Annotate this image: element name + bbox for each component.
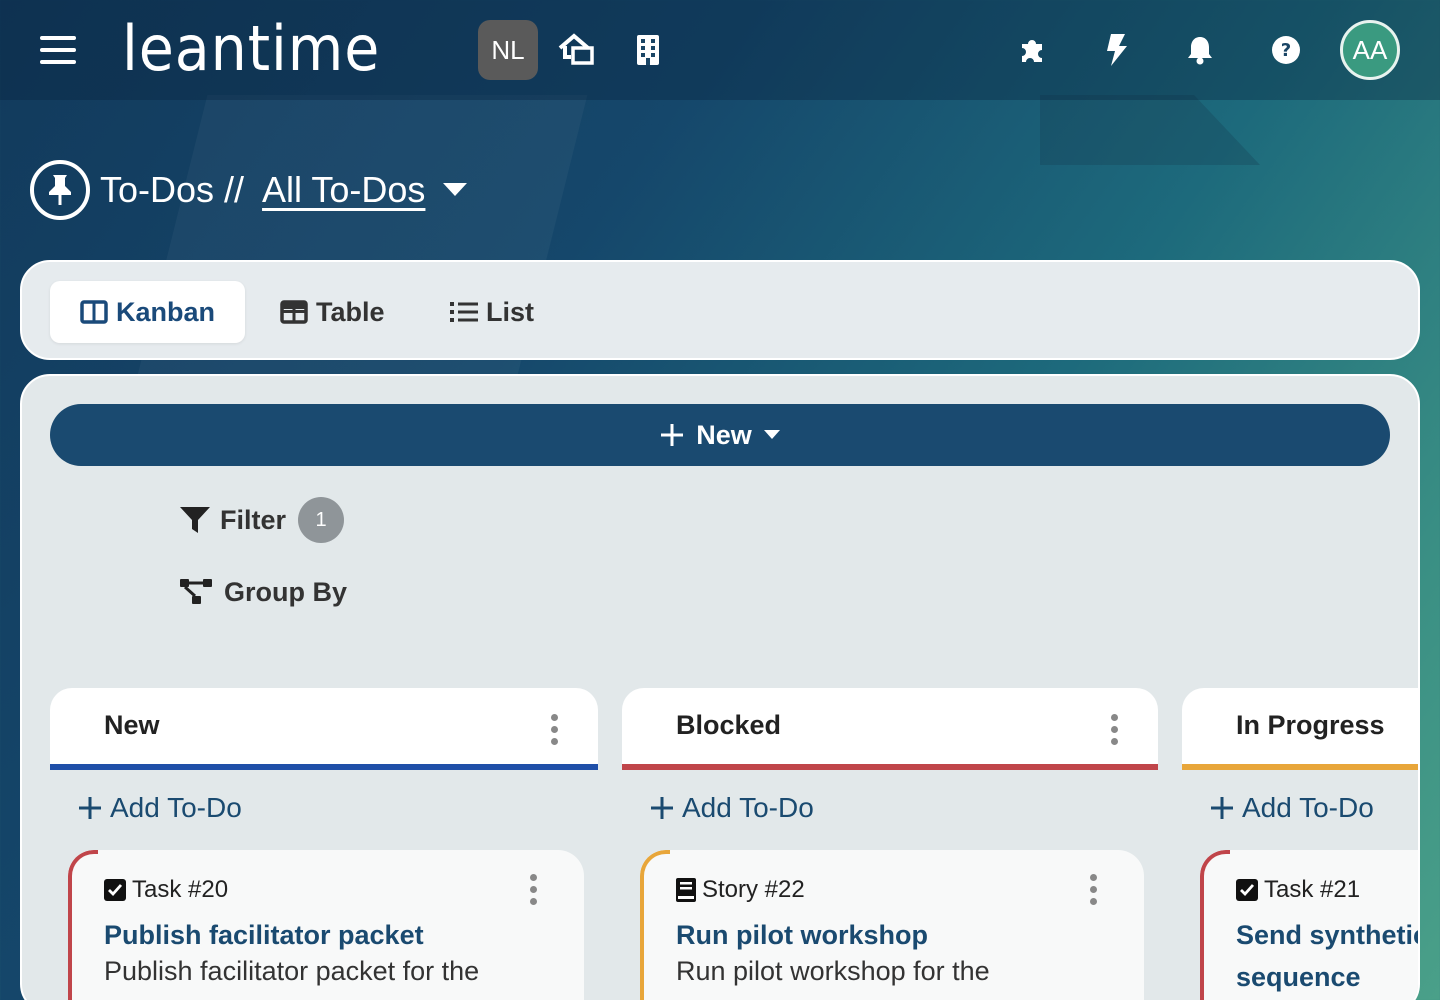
group-by-label: Group By: [224, 576, 348, 607]
column-title: Blocked: [676, 710, 782, 740]
kanban-panel: New Filter 1 Group By New Add To-Do Task…: [20, 374, 1420, 1000]
chevron-down-icon: [763, 430, 780, 439]
filter-count-badge: 1: [298, 497, 345, 543]
top-header: leantime NL ? AA: [0, 0, 1440, 100]
project-switcher-badge[interactable]: NL: [478, 20, 538, 80]
leantime-logo[interactable]: leantime: [122, 12, 380, 85]
column-menu-icon[interactable]: [1109, 714, 1119, 748]
pin-icon: [30, 160, 90, 220]
add-todo-button[interactable]: Add To-Do: [1210, 792, 1374, 824]
card-title[interactable]: Send synthetic sequence: [1236, 914, 1420, 998]
column-status-bar: [1182, 764, 1418, 770]
card-description: Publish facilitator packet for the: [104, 956, 480, 986]
card-type-label: Story #22: [702, 876, 805, 903]
tab-table[interactable]: Table: [250, 281, 415, 343]
group-by-button[interactable]: Group By: [180, 572, 347, 612]
book-icon: [676, 878, 696, 902]
plus-icon: [79, 797, 101, 819]
checkbox-icon: [104, 879, 126, 901]
menu-toggle-button[interactable]: [40, 36, 76, 66]
card-type: Task #21: [1236, 876, 1360, 904]
card-type-label: Task #21: [1264, 876, 1361, 903]
add-todo-label: Add To-Do: [110, 792, 242, 823]
card-accent: [1200, 850, 1230, 1000]
new-button-label: New: [696, 419, 752, 450]
column-header-blocked: Blocked: [622, 688, 1158, 770]
card-title[interactable]: Publish facilitator packet: [104, 914, 424, 956]
column-title: New: [104, 710, 160, 740]
plus-icon: [651, 797, 673, 819]
add-todo-button[interactable]: Add To-Do: [650, 792, 814, 824]
card-title-line: sequence: [1236, 962, 1361, 992]
kanban-card[interactable]: Task #20 Publish facilitator packet Publ…: [68, 850, 584, 1000]
card-type: Task #20: [104, 876, 228, 904]
help-icon[interactable]: ?: [1266, 30, 1306, 70]
plus-icon: [1211, 797, 1233, 819]
kanban-card[interactable]: Task #21 Send synthetic sequence: [1200, 850, 1420, 1000]
filter-icon: [180, 507, 210, 533]
card-type-label: Task #20: [132, 876, 229, 903]
card-menu-icon[interactable]: [528, 874, 538, 908]
card-title[interactable]: Run pilot workshop: [676, 914, 928, 956]
column-menu-icon[interactable]: [549, 714, 559, 748]
plus-icon: [661, 424, 684, 446]
view-selector-link[interactable]: All To-Dos: [262, 169, 425, 211]
tab-kanban[interactable]: Kanban: [50, 281, 246, 343]
user-avatar[interactable]: AA: [1340, 20, 1400, 80]
svg-text:?: ?: [1281, 40, 1291, 61]
add-todo-button[interactable]: Add To-Do: [78, 792, 242, 824]
tab-table-label: Table: [316, 296, 385, 327]
tab-kanban-label: Kanban: [116, 296, 216, 327]
view-switcher: Kanban Table List: [20, 260, 1420, 360]
group-icon: [180, 579, 212, 604]
table-icon: [280, 300, 308, 324]
page-title-row: To-Dos // All To-Dos: [30, 160, 468, 220]
card-accent: [68, 850, 98, 1000]
new-item-button[interactable]: New: [50, 404, 1390, 466]
add-todo-label: Add To-Do: [682, 792, 814, 823]
column-status-bar: [50, 764, 598, 770]
kanban-icon: [80, 300, 108, 324]
tab-list-label: List: [486, 296, 535, 327]
lightning-icon[interactable]: [1096, 30, 1136, 70]
kanban-card[interactable]: Story #22 Run pilot workshop Run pilot w…: [640, 850, 1144, 1000]
card-description: Run pilot workshop for the: [676, 956, 990, 986]
card-menu-icon[interactable]: [1088, 874, 1098, 908]
add-todo-label: Add To-Do: [1242, 792, 1374, 823]
page-title: To-Dos //: [100, 169, 245, 210]
list-icon: [450, 302, 478, 322]
puzzle-icon[interactable]: [1012, 30, 1052, 70]
card-type: Story #22: [676, 876, 805, 904]
column-title: In Progress: [1236, 710, 1385, 740]
column-status-bar: [622, 764, 1158, 770]
column-header-in-progress: In Progress: [1182, 688, 1418, 770]
column-header-new: New: [50, 688, 598, 770]
filter-button[interactable]: Filter 1: [180, 496, 345, 544]
tab-list[interactable]: List: [420, 281, 564, 343]
home-icon[interactable]: [556, 30, 596, 70]
checkbox-icon: [1236, 879, 1258, 901]
card-title-line: Send synthetic: [1236, 920, 1420, 950]
bell-icon[interactable]: [1180, 30, 1220, 70]
chevron-down-icon[interactable]: [443, 178, 468, 202]
card-accent: [640, 850, 670, 1000]
building-icon[interactable]: [628, 30, 668, 70]
filter-label: Filter: [220, 504, 287, 535]
background-shape: [1040, 95, 1260, 165]
